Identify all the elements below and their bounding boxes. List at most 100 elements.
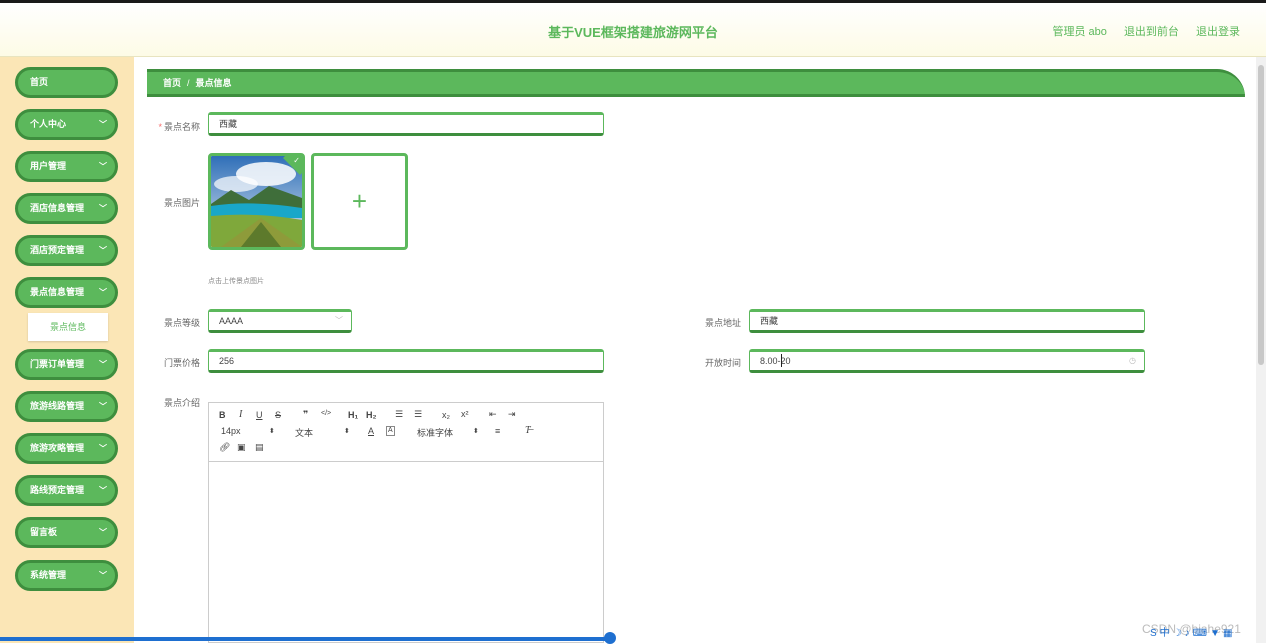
chevron-down-icon: ﹀ [99,360,107,369]
logout-link[interactable]: 退出登录 [1196,26,1240,38]
header-1-button[interactable]: H₁ [348,410,358,420]
scrollbar[interactable] [1256,57,1266,643]
sidebar-item-label: 路线预定管理 [30,485,85,495]
block-type-arrow-icon: ⬍ [344,428,350,435]
level-value: AAAA [219,316,244,326]
level-select[interactable]: AAAA ﹀ [208,309,352,333]
sidebar-item-label: 首页 [30,77,49,87]
sidebar-item-8[interactable]: 旅游攻略管理 ﹀ [15,433,118,464]
header-actions: 管理员 abo 退出到前台 退出登录 [1038,23,1240,39]
address-label: 景点地址 [704,318,741,328]
sidebar-item-label: 旅游线路管理 [30,401,85,411]
chevron-down-icon: ﹀ [99,402,107,411]
header: 基于VUE框架搭建旅游网平台 管理员 abo 退出到前台 退出登录 [0,3,1266,57]
address-input[interactable]: 西藏 [749,309,1145,333]
font-size-select[interactable]: 14px [221,426,241,436]
italic-button[interactable]: I [239,409,242,420]
bold-button[interactable]: B [219,410,226,420]
sidebar-item-label: 留言板 [30,527,58,537]
chevron-down-icon: ﹀ [99,571,107,580]
sidebar-item-label: 景点信息管理 [30,287,85,297]
bullet-list-icon[interactable]: ☰ [414,409,422,420]
tray-moon-icon[interactable]: ☽ [1173,628,1182,639]
intro-label: 景点介绍 [163,398,200,408]
sidebar-item-7[interactable]: 旅游线路管理 ﹀ [15,391,118,422]
open-time-value: 8.00-20 [760,356,791,366]
sidebar-item-label: 系统管理 [30,570,67,580]
block-type-select[interactable]: 文本 [295,426,313,439]
open-time-input[interactable]: 8.00-20 ◷ [749,349,1145,373]
breadcrumb-current: 景点信息 [195,78,232,88]
system-tray: S 中 ☽ ♪ ⌨ ▼ ▦ [1150,624,1235,640]
chevron-down-icon: ﹀ [99,528,107,537]
breadcrumb: 首页 / 景点信息 [147,69,1245,97]
sidebar-item-9[interactable]: 路线预定管理 ﹀ [15,475,118,506]
tray-app-icon[interactable]: S [1150,628,1157,639]
progress-handle[interactable] [604,632,616,644]
sidebar-item-label: 酒店预定管理 [30,245,85,255]
name-input[interactable]: 西藏 [208,112,604,136]
editor-toolbar: B I U S ❞ </> H₁ H₂ ☰ ☰ x₂ x² ⇤ ⇥ 14px ⬍… [209,403,603,462]
tray-grid-icon[interactable]: ▦ [1223,628,1232,639]
tray-keyboard-icon[interactable]: ⌨ [1193,628,1207,639]
sidebar-item-1[interactable]: 个人中心 ﹀ [15,109,118,140]
rich-text-editor[interactable]: B I U S ❞ </> H₁ H₂ ☰ ☰ x₂ x² ⇤ ⇥ 14px ⬍… [208,402,604,643]
outdent-icon[interactable]: ⇤ [489,409,497,420]
underline-button[interactable]: U [256,410,263,420]
background-color-icon[interactable]: A [386,426,395,436]
tray-ime-icon[interactable]: 中 [1160,628,1170,639]
ordered-list-icon[interactable]: ☰ [395,409,403,420]
chevron-down-icon: ﹀ [99,444,107,453]
sidebar-item-4[interactable]: 酒店预定管理 ﹀ [15,235,118,266]
indent-icon[interactable]: ⇥ [508,409,516,420]
uploaded-image[interactable]: ✓ [208,153,305,250]
scrollbar-thumb[interactable] [1258,65,1264,365]
font-family-select[interactable]: 标准字体 [417,426,453,439]
image-icon[interactable]: ▣ [237,442,246,453]
sidebar-item-5[interactable]: 景点信息管理 ﹀ [15,277,118,308]
price-input[interactable]: 256 [208,349,604,373]
level-label: 景点等级 [163,318,200,328]
sidebar-item-2[interactable]: 用户管理 ﹀ [15,151,118,182]
chevron-down-icon: ﹀ [335,316,343,325]
required-mark: * [158,122,162,132]
chevron-down-icon: ﹀ [99,288,107,297]
sidebar-item-0[interactable]: 首页 [15,67,118,98]
font-size-arrow-icon: ⬍ [269,428,275,435]
image-label: 景点图片 [163,198,200,208]
tray-mic-icon[interactable]: ♪ [1185,628,1190,639]
price-label: 门票价格 [163,358,200,368]
subscript-button[interactable]: x₂ [442,410,450,420]
blockquote-icon[interactable]: ❞ [303,409,308,420]
font-family-arrow-icon: ⬍ [473,428,479,435]
plus-icon: + [351,186,368,216]
sidebar-item-label: 旅游攻略管理 [30,443,85,453]
link-icon[interactable]: 🔗︎ [219,442,230,453]
open-time-label: 开放时间 [704,358,741,368]
sidebar-item-label: 用户管理 [30,161,67,171]
sidebar-item-6[interactable]: 门票订单管理 ﹀ [15,349,118,380]
font-color-icon[interactable]: A [368,426,374,436]
to-front-link[interactable]: 退出到前台 [1124,26,1179,38]
landscape-image [211,156,302,247]
strike-button[interactable]: S [275,410,281,420]
code-icon[interactable]: </> [321,410,331,417]
header-2-button[interactable]: H₂ [366,410,377,420]
sidebar-item-label: 酒店信息管理 [30,203,85,213]
align-icon[interactable]: ≡ [495,426,500,436]
upload-add-button[interactable]: + [311,153,408,250]
sidebar-item-10[interactable]: 留言板 ﹀ [15,517,118,548]
sidebar-item-3[interactable]: 酒店信息管理 ﹀ [15,193,118,224]
sidebar-item-label: 个人中心 [30,119,67,129]
sidebar-subitem-scenic-info[interactable]: 景点信息 [28,313,108,341]
clear-format-icon[interactable]: T̶ [525,425,531,436]
chevron-down-icon: ﹀ [99,120,107,129]
chevron-down-icon: ﹀ [99,486,107,495]
progress-bar [0,637,610,641]
upload-hint: 点击上传景点图片 [208,278,264,285]
breadcrumb-home[interactable]: 首页 [163,78,181,88]
tray-shirt-icon[interactable]: ▼ [1210,628,1220,639]
video-icon[interactable]: ▤ [255,442,264,453]
sidebar-item-11[interactable]: 系统管理 ﹀ [15,560,118,591]
superscript-button[interactable]: x² [461,409,469,419]
